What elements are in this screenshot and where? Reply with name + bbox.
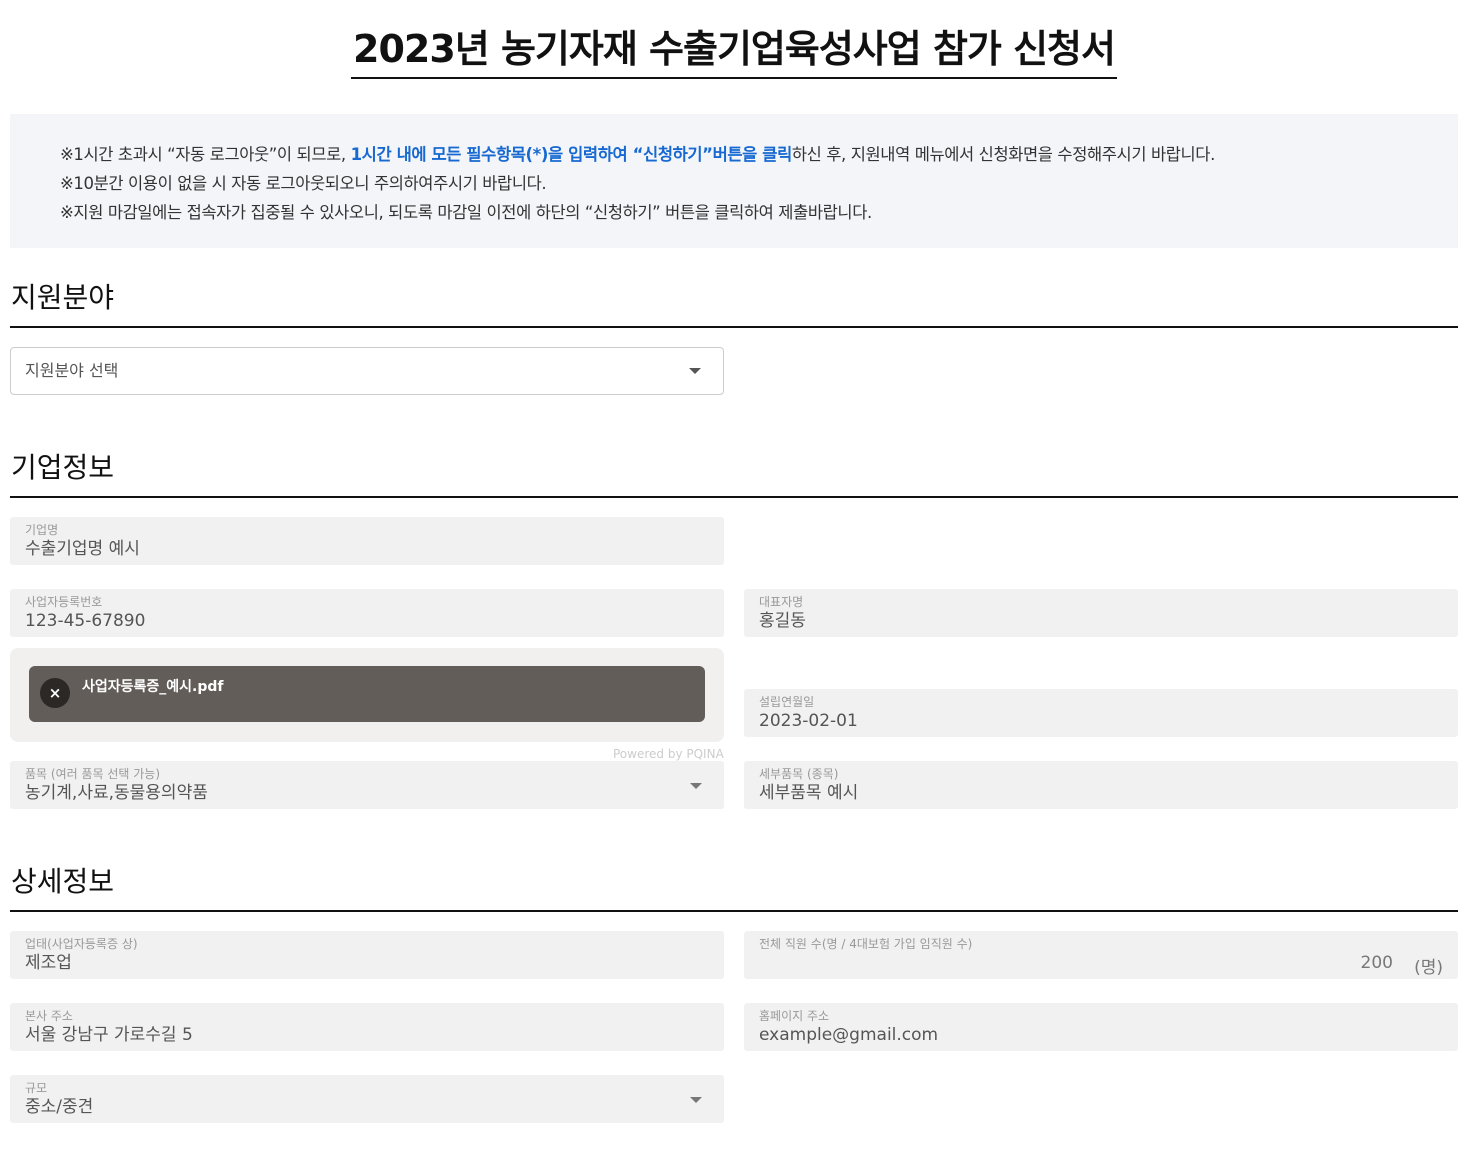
close-icon[interactable]: × — [40, 678, 70, 708]
notice-line-1-suffix: 하신 후, 지원내역 메뉴에서 신청화면을 수정해주시기 바랍니다. — [791, 145, 1215, 164]
company-name-value: 수출기업명 예시 — [25, 539, 140, 559]
uploaded-file-name: 사업자등록증_예시.pdf — [82, 679, 224, 695]
notice-box: ※1시간 초과시 “자동 로그아웃”이 되므로, 1시간 내에 모든 필수항목(… — [10, 114, 1458, 248]
company-name-label: 기업명 — [25, 523, 59, 537]
notice-line-1-prefix: ※1시간 초과시 “자동 로그아웃”이 되므로, — [60, 145, 351, 164]
representative-value: 홍길동 — [759, 611, 806, 631]
section-title-support-field: 지원분야 — [10, 278, 1458, 328]
items-label: 품목 (여러 품목 선택 가능) — [25, 767, 161, 781]
page-title-wrap: 2023년 농기자재 수출기업육성사업 참가 신청서 — [0, 18, 1468, 79]
business-number-field[interactable]: 사업자등록번호 123-45-67890 — [10, 589, 724, 637]
notice-line-3: ※지원 마감일에는 접속자가 집중될 수 있사오니, 되도록 마감일 이전에 하… — [60, 203, 872, 222]
employee-count-field[interactable]: 전체 직원 수(명 / 4대보험 가입 임직원 수) 200 (명) — [744, 931, 1458, 979]
uploaded-file-item: × 사업자등록증_예시.pdf — [29, 666, 705, 722]
items-select[interactable]: 품목 (여러 품목 선택 가능) 농기계,사료,동물용의약품 — [10, 761, 724, 809]
hq-address-value: 서울 강남구 가로수길 5 — [25, 1025, 193, 1045]
support-field-select-placeholder: 지원분야 선택 — [25, 361, 119, 380]
employee-count-label: 전체 직원 수(명 / 4대보험 가입 임직원 수) — [759, 937, 973, 951]
business-type-label: 업태(사업자등록증 상) — [25, 937, 138, 951]
established-date-label: 설립연월일 — [759, 695, 815, 709]
homepage-value: example@gmail.com — [759, 1025, 939, 1045]
section-title-details: 상세정보 — [10, 862, 1458, 912]
powered-by-credit[interactable]: Powered by PQINA — [613, 747, 724, 761]
chevron-down-icon — [689, 368, 701, 374]
company-scale-select[interactable]: 규모 중소/중견 — [10, 1075, 724, 1123]
business-number-value: 123-45-67890 — [25, 611, 146, 631]
items-value: 농기계,사료,동물용의약품 — [25, 783, 208, 803]
sub-items-label: 세부품목 (종목) — [759, 767, 839, 781]
notice-line-1: ※1시간 초과시 “자동 로그아웃”이 되므로, 1시간 내에 모든 필수항목(… — [60, 140, 1458, 169]
business-type-value: 제조업 — [25, 953, 72, 973]
homepage-label: 홈페이지 주소 — [759, 1009, 830, 1023]
support-field-select[interactable]: 지원분야 선택 — [10, 347, 724, 395]
homepage-field[interactable]: 홈페이지 주소 example@gmail.com — [744, 1003, 1458, 1051]
chevron-down-icon — [690, 783, 702, 789]
company-name-field[interactable]: 기업명 수출기업명 예시 — [10, 517, 724, 565]
established-date-value: 2023-02-01 — [759, 711, 858, 731]
employee-count-unit: (명) — [1414, 958, 1443, 978]
chevron-down-icon — [690, 1097, 702, 1103]
business-type-field[interactable]: 업태(사업자등록증 상) 제조업 — [10, 931, 724, 979]
file-upload-dropzone[interactable]: × 사업자등록증_예시.pdf — [10, 648, 724, 742]
section-title-company-info: 기업정보 — [10, 448, 1458, 498]
notice-line-2: ※10분간 이용이 없을 시 자동 로그아웃되오니 주의하여주시기 바랍니다. — [60, 174, 547, 193]
sub-items-value: 세부품목 예시 — [759, 783, 859, 803]
page-title: 2023년 농기자재 수출기업육성사업 참가 신청서 — [351, 18, 1117, 79]
representative-field[interactable]: 대표자명 홍길동 — [744, 589, 1458, 637]
hq-address-field[interactable]: 본사 주소 서울 강남구 가로수길 5 — [10, 1003, 724, 1051]
established-date-field[interactable]: 설립연월일 2023-02-01 — [744, 689, 1458, 737]
application-form-page: 2023년 농기자재 수출기업육성사업 참가 신청서 ※1시간 초과시 “자동 … — [0, 0, 1468, 1151]
representative-label: 대표자명 — [759, 595, 804, 609]
sub-items-field[interactable]: 세부품목 (종목) 세부품목 예시 — [744, 761, 1458, 809]
notice-line-1-highlight: 1시간 내에 모든 필수항목(*)을 입력하여 “신청하기”버튼을 클릭 — [350, 145, 793, 164]
business-number-label: 사업자등록번호 — [25, 595, 103, 609]
hq-address-label: 본사 주소 — [25, 1009, 73, 1023]
employee-count-value: 200 — [1360, 953, 1393, 973]
company-scale-label: 규모 — [25, 1081, 48, 1095]
company-scale-value: 중소/중견 — [25, 1097, 94, 1117]
